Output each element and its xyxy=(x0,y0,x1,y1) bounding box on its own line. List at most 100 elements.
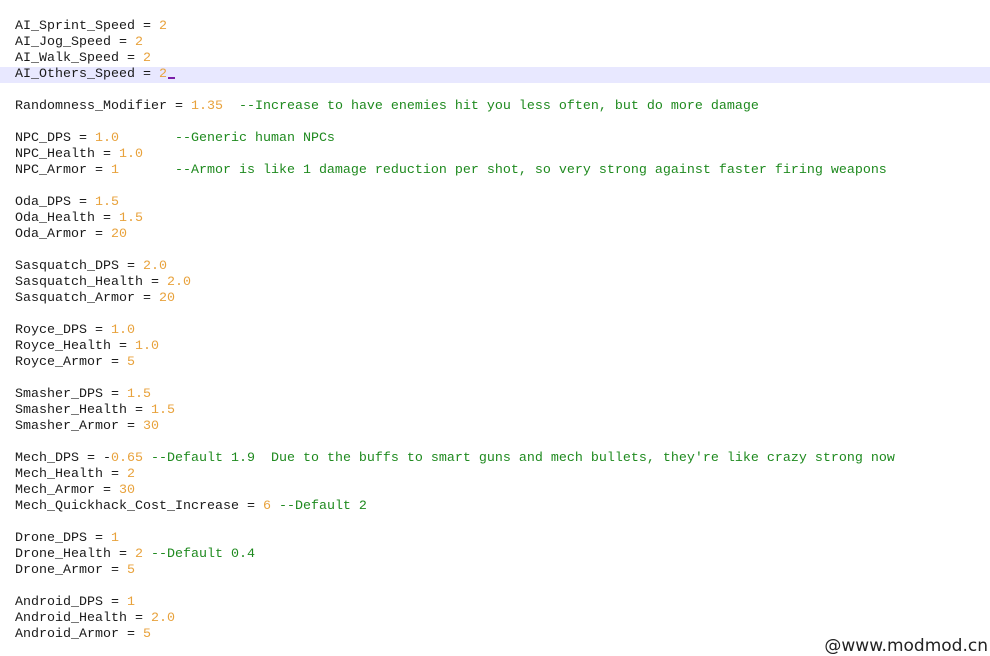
code-line[interactable]: Smasher_Armor = 30 xyxy=(0,419,990,435)
comment: --Armor is like 1 damage reduction per s… xyxy=(118,163,887,178)
number-literal: 2 xyxy=(158,67,167,82)
code-text: NPC_Health = xyxy=(15,147,119,162)
code-line[interactable]: Royce_Armor = 5 xyxy=(0,355,990,371)
code-line[interactable]: Oda_DPS = 1.5 xyxy=(0,195,990,211)
code-line[interactable]: Randomness_Modifier = 1.35 --Increase to… xyxy=(0,99,990,115)
code-line[interactable]: AI_Sprint_Speed = 2 xyxy=(0,19,990,35)
code-text: Smasher_DPS = xyxy=(15,387,127,402)
code-text: Mech_Health = xyxy=(15,467,127,482)
number-literal: 1.5 xyxy=(150,403,175,418)
code-text: Smasher_Health = xyxy=(15,403,151,418)
code-line[interactable] xyxy=(0,307,990,323)
comment: --Default 1.9 Due to the buffs to smart … xyxy=(142,451,895,466)
number-literal: 2 xyxy=(142,51,151,66)
watermark: @www.modmod.cn xyxy=(824,636,988,656)
number-literal: 1 xyxy=(110,531,119,546)
code-text: Android_Armor = xyxy=(15,627,143,642)
code-line[interactable]: Drone_DPS = 1 xyxy=(0,531,990,547)
code-line[interactable]: NPC_DPS = 1.0 --Generic human NPCs xyxy=(0,131,990,147)
comment: --Increase to have enemies hit you less … xyxy=(222,99,759,114)
code-line[interactable]: Oda_Armor = 20 xyxy=(0,227,990,243)
code-line[interactable]: AI_Walk_Speed = 2 xyxy=(0,51,990,67)
code-text: Sasquatch_DPS = xyxy=(15,259,143,274)
code-line[interactable]: Mech_DPS = -0.65 --Default 1.9 Due to th… xyxy=(0,451,990,467)
code-text: NPC_Armor = xyxy=(15,163,111,178)
code-line[interactable]: Drone_Armor = 5 xyxy=(0,563,990,579)
number-literal: 30 xyxy=(142,419,159,434)
code-line[interactable]: Sasquatch_Health = 2.0 xyxy=(0,275,990,291)
code-text: Royce_DPS = xyxy=(15,323,111,338)
comment: --Generic human NPCs xyxy=(118,131,335,146)
code-text: Mech_Quickhack_Cost_Increase = xyxy=(15,499,263,514)
code-line[interactable]: Drone_Health = 2 --Default 0.4 xyxy=(0,547,990,563)
code-line[interactable] xyxy=(0,579,990,595)
code-text: Android_Health = xyxy=(15,611,151,626)
code-text: Oda_Armor = xyxy=(15,227,111,242)
code-text: Drone_Health = xyxy=(15,547,135,562)
number-literal: 1.0 xyxy=(134,339,159,354)
number-literal: 1.35 xyxy=(190,99,223,114)
code-line[interactable]: Mech_Health = 2 xyxy=(0,467,990,483)
number-literal: 5 xyxy=(126,563,135,578)
code-text: AI_Walk_Speed = xyxy=(15,51,143,66)
number-literal: 5 xyxy=(126,355,135,370)
code-line[interactable]: Sasquatch_Armor = 20 xyxy=(0,291,990,307)
code-text: Drone_Armor = xyxy=(15,563,127,578)
number-literal: 30 xyxy=(118,483,135,498)
comment: --Default 2 xyxy=(270,499,367,514)
comment: --Default 0.4 xyxy=(142,547,255,562)
number-literal: 1.0 xyxy=(118,147,143,162)
number-literal: 20 xyxy=(110,227,127,242)
number-literal: 1.0 xyxy=(94,131,119,146)
number-literal: 1 xyxy=(110,163,119,178)
code-text: Drone_DPS = xyxy=(15,531,111,546)
number-literal: 1.5 xyxy=(118,211,143,226)
code-line[interactable]: NPC_Health = 1.0 xyxy=(0,147,990,163)
code-text: Royce_Health = xyxy=(15,339,135,354)
code-text: Sasquatch_Armor = xyxy=(15,291,159,306)
code-line[interactable]: Mech_Quickhack_Cost_Increase = 6 --Defau… xyxy=(0,499,990,515)
code-line[interactable]: AI_Others_Speed = 2 xyxy=(0,67,990,83)
code-line[interactable] xyxy=(0,83,990,99)
number-literal: 2 xyxy=(126,467,135,482)
code-line[interactable]: Android_DPS = 1 xyxy=(0,595,990,611)
code-text: Randomness_Modifier = xyxy=(15,99,191,114)
code-line[interactable]: Royce_Health = 1.0 xyxy=(0,339,990,355)
code-text: Smasher_Armor = xyxy=(15,419,143,434)
code-line[interactable]: Android_Health = 2.0 xyxy=(0,611,990,627)
code-line[interactable] xyxy=(0,179,990,195)
code-line[interactable]: Smasher_DPS = 1.5 xyxy=(0,387,990,403)
code-line[interactable]: Smasher_Health = 1.5 xyxy=(0,403,990,419)
code-line[interactable] xyxy=(0,435,990,451)
number-literal: 2.0 xyxy=(150,611,175,626)
code-text: Oda_DPS = xyxy=(15,195,95,210)
number-literal: 6 xyxy=(262,499,271,514)
number-literal: 2.0 xyxy=(166,275,191,290)
code-line[interactable]: Oda_Health = 1.5 xyxy=(0,211,990,227)
code-line[interactable]: NPC_Armor = 1 --Armor is like 1 damage r… xyxy=(0,163,990,179)
code-line[interactable] xyxy=(0,243,990,259)
code-text: Mech_DPS = - xyxy=(15,451,111,466)
number-literal: 2 xyxy=(158,19,167,34)
number-literal: 1.5 xyxy=(94,195,119,210)
number-literal: 2.0 xyxy=(142,259,167,274)
code-text: AI_Jog_Speed = xyxy=(15,35,135,50)
code-line[interactable]: Mech_Armor = 30 xyxy=(0,483,990,499)
number-literal: 2 xyxy=(134,547,143,562)
number-literal: 1.0 xyxy=(110,323,135,338)
code-line[interactable] xyxy=(0,371,990,387)
code-text: Royce_Armor = xyxy=(15,355,127,370)
code-line[interactable] xyxy=(0,115,990,131)
code-text: AI_Others_Speed = xyxy=(15,67,159,82)
code-line[interactable] xyxy=(0,515,990,531)
code-line[interactable]: AI_Jog_Speed = 2 xyxy=(0,35,990,51)
number-literal: 5 xyxy=(142,627,151,642)
code-text: AI_Sprint_Speed = xyxy=(15,19,159,34)
code-line[interactable]: Royce_DPS = 1.0 xyxy=(0,323,990,339)
number-literal: 0.65 xyxy=(110,451,143,466)
number-literal: 1.5 xyxy=(126,387,151,402)
number-literal: 1 xyxy=(126,595,135,610)
code-text: Mech_Armor = xyxy=(15,483,119,498)
code-editor[interactable]: AI_Sprint_Speed = 2 AI_Jog_Speed = 2 AI_Wa… xyxy=(0,19,990,643)
code-line[interactable]: Sasquatch_DPS = 2.0 xyxy=(0,259,990,275)
